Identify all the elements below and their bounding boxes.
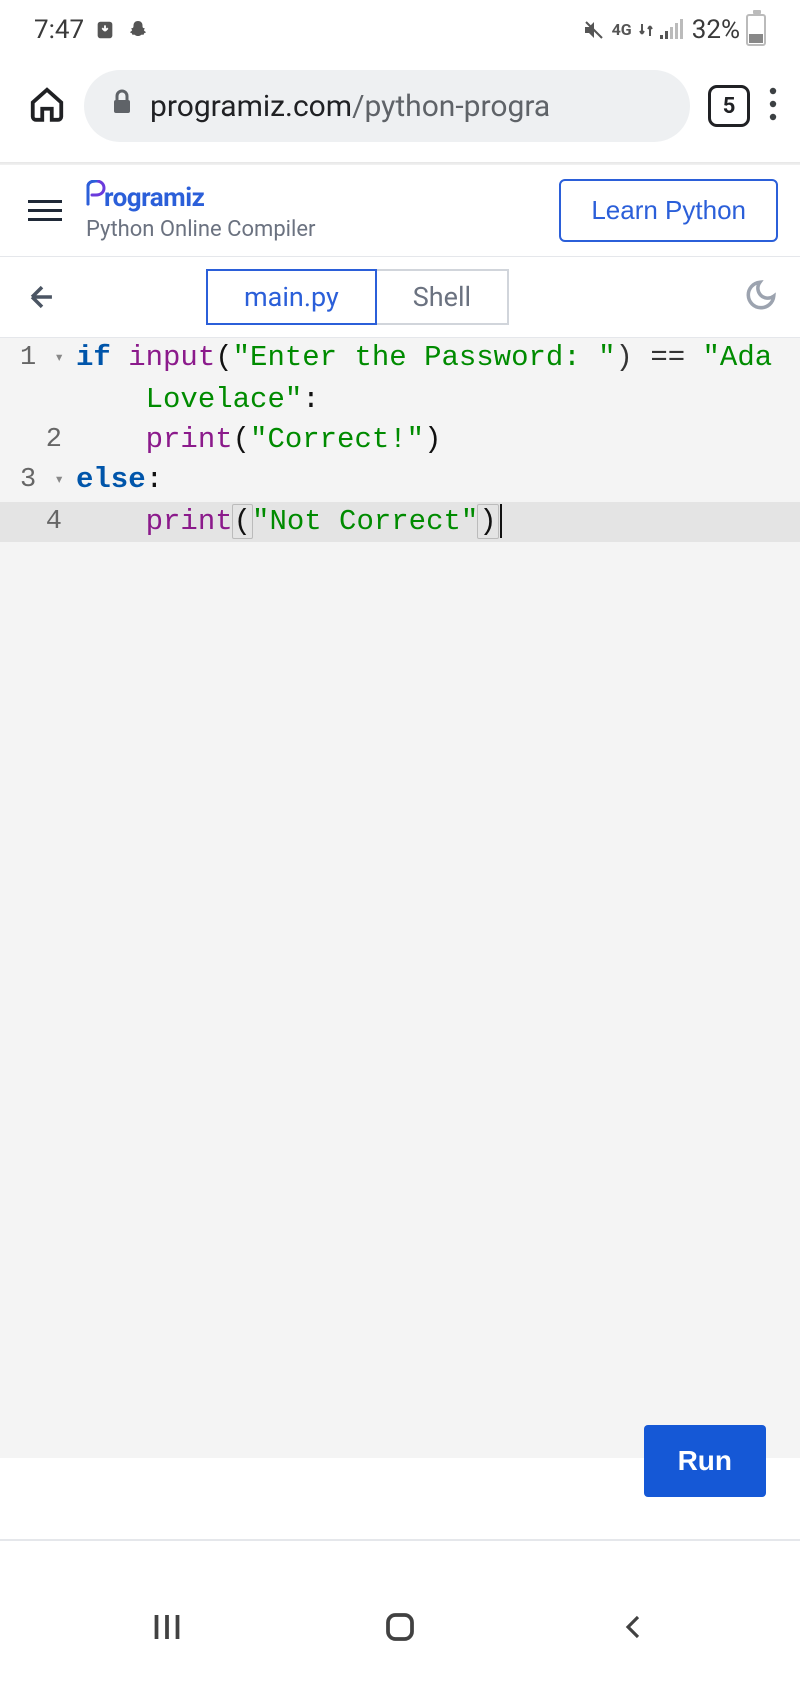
line-number: 4 [0,502,70,542]
learn-python-button[interactable]: Learn Python [559,179,778,242]
signal-icon [660,19,686,41]
tab-shell[interactable]: Shell [377,269,509,325]
address-bar[interactable]: programiz.com/python-progra [84,70,690,142]
line-number: 3 ▾ [0,460,70,502]
text-cursor [500,504,502,538]
code-line[interactable]: 1 ▾ if input("Enter the Password: ") == … [0,338,800,380]
hamburger-menu-icon[interactable] [22,194,68,227]
status-left: 7:47 [34,15,150,45]
network-type: 4G [612,22,632,38]
site-header: rogramiz Python Online Compiler Learn Py… [0,165,800,257]
editor-tab-row: main.py Shell [0,257,800,338]
logo-text: rogramiz [104,183,204,213]
site-logo[interactable]: rogramiz Python Online Compiler [86,180,316,242]
status-right: 4G 32% [582,14,766,46]
dark-mode-icon[interactable] [744,278,778,316]
recents-button[interactable] [127,1609,207,1645]
code-editor[interactable]: 1 ▾ if input("Enter the Password: ") == … [0,338,800,1458]
tab-count-button[interactable]: 5 [708,85,750,127]
battery-icon [746,14,766,46]
battery-percent: 32% [692,15,740,45]
tab-group: main.py Shell [206,269,509,325]
code-line[interactable]: 3 ▾ else: [0,460,800,502]
fold-arrow-icon[interactable]: ▾ [54,471,64,489]
line-number: 2 [0,420,70,460]
code-line[interactable]: 4 print("Not Correct") [0,502,800,542]
browser-toolbar: programiz.com/python-progra 5 [0,56,800,162]
chrome-menu-icon[interactable] [768,85,778,127]
back-arrow-icon[interactable] [22,280,62,314]
download-icon [94,19,116,41]
status-time: 7:47 [34,15,84,45]
mute-icon [582,18,606,42]
data-arrows-icon [638,20,654,40]
logo-p-icon [86,180,104,213]
home-button[interactable] [360,1609,440,1645]
code-line-wrap[interactable]: Lovelace": [0,380,800,420]
android-nav-bar [0,1579,800,1689]
lock-icon [110,88,134,124]
android-status-bar: 7:47 4G 32% [0,0,800,56]
run-button[interactable]: Run [644,1425,766,1497]
url-text: programiz.com/python-progra [150,89,550,124]
back-button[interactable] [593,1609,673,1645]
chrome-home-icon[interactable] [28,85,66,127]
code-line[interactable]: 2 print("Correct!") [0,420,800,460]
line-number: 1 ▾ [0,338,70,380]
fold-arrow-icon[interactable]: ▾ [54,349,64,367]
tab-main-py[interactable]: main.py [206,269,377,325]
site-subtitle: Python Online Compiler [86,217,316,242]
snapchat-icon [126,18,150,42]
divider [0,1539,800,1541]
